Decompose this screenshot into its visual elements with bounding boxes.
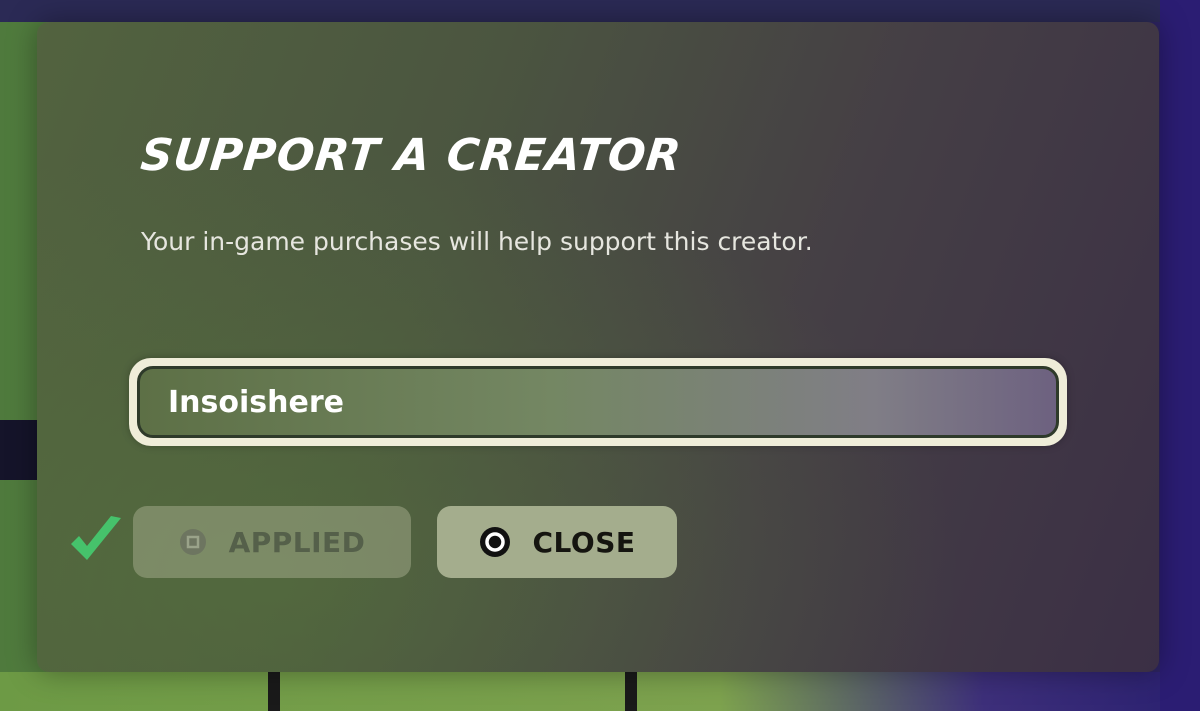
background-post (268, 672, 280, 711)
background-field (0, 672, 1200, 711)
applied-button[interactable]: APPLIED (133, 506, 411, 578)
square-button-icon (179, 528, 207, 556)
background-dark-band (0, 420, 40, 480)
support-creator-dialog: SUPPORT A CREATOR Your in-game purchases… (37, 22, 1159, 672)
creator-code-field-inner (137, 366, 1059, 438)
dialog-title: SUPPORT A CREATOR (138, 130, 684, 181)
circle-button-icon (479, 526, 511, 558)
check-icon (67, 510, 127, 570)
close-button[interactable]: CLOSE (437, 506, 677, 578)
creator-code-input[interactable] (168, 384, 1056, 420)
dialog-subtitle: Your in-game purchases will help support… (141, 227, 813, 256)
creator-code-field[interactable] (129, 358, 1067, 446)
background-top-stripe (0, 0, 1200, 22)
close-label: CLOSE (532, 525, 636, 559)
background-purple-edge (1160, 0, 1200, 711)
background-post (625, 672, 637, 711)
applied-label: APPLIED (228, 525, 366, 559)
